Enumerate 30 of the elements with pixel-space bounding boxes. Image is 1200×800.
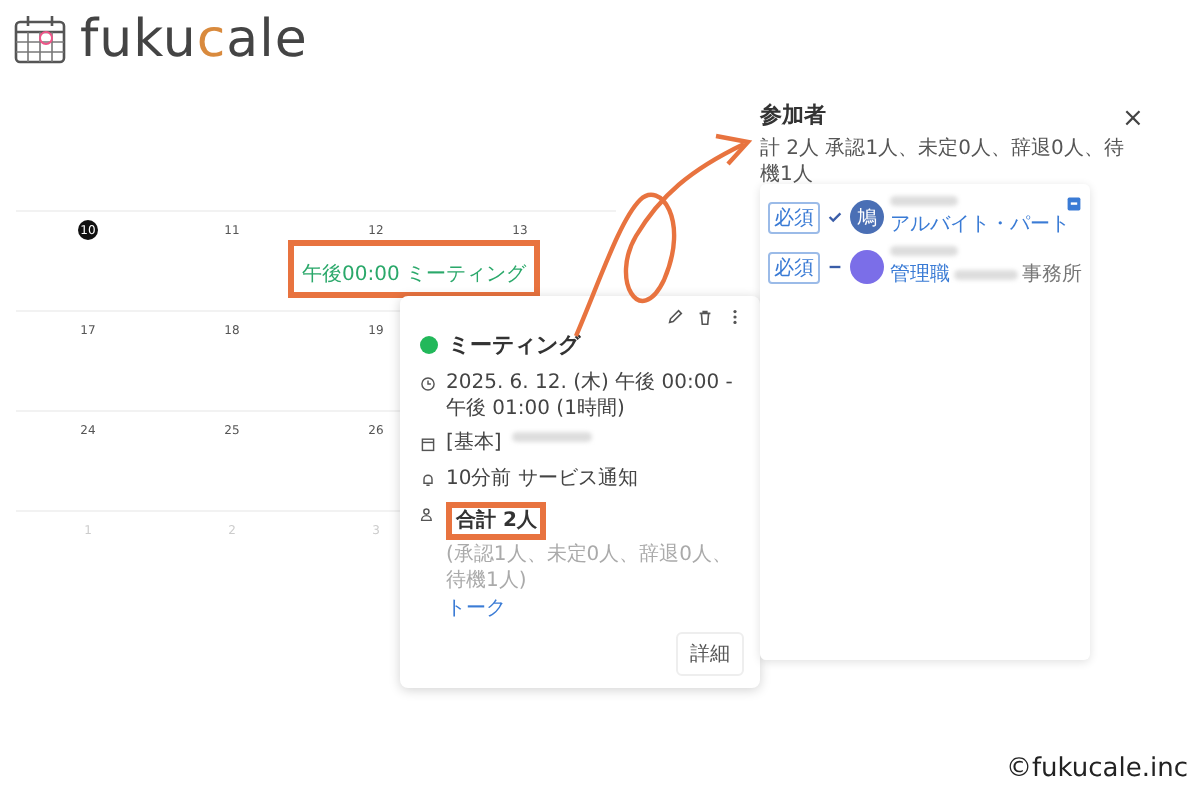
edit-icon[interactable]: [666, 308, 684, 326]
blurred-name: [890, 196, 958, 206]
event-title: ミーティング: [448, 330, 580, 360]
clock-icon: [420, 376, 436, 392]
details-button[interactable]: 詳細: [676, 632, 744, 676]
required-badge: 必須: [768, 251, 820, 283]
reminder-text: 10分前 サービス通知: [446, 467, 638, 492]
blurred-text: [511, 432, 592, 442]
bell-icon: [420, 471, 436, 487]
blurred-name: [890, 246, 958, 256]
attendee-office: 事務所: [1022, 261, 1082, 288]
avatar: 鳩: [850, 200, 884, 234]
attendee-role: 管理職: [890, 261, 950, 288]
panel-title: 参加者: [760, 100, 826, 130]
participant-total: 合計 2人: [456, 510, 537, 532]
people-icon: [420, 506, 436, 522]
trash-icon[interactable]: [696, 308, 714, 326]
logo-wordmark: fukucale: [80, 10, 308, 70]
attendee-role: アルバイト・パート: [890, 212, 1070, 238]
participant-detail: (承認1人、未定0人、辞退0人、待機1人): [446, 542, 734, 594]
calendar-icon: [420, 436, 436, 452]
attendee-summary: 計 2人 承認1人、未定0人、辞退0人、待機1人: [760, 138, 1126, 188]
close-button[interactable]: ×: [1116, 104, 1150, 134]
blurred-text: [954, 269, 1018, 279]
copyright-text: ©fukucale.inc: [1005, 754, 1188, 784]
calendar-name: [基本]: [446, 432, 502, 457]
message-icon[interactable]: [1066, 196, 1082, 212]
talk-link[interactable]: トーク: [446, 596, 506, 622]
event-datetime: 2025. 6. 12. (木) 午後 00:00 - 午後 01:00 (1時間): [446, 372, 735, 422]
required-badge: 必須: [768, 201, 820, 233]
